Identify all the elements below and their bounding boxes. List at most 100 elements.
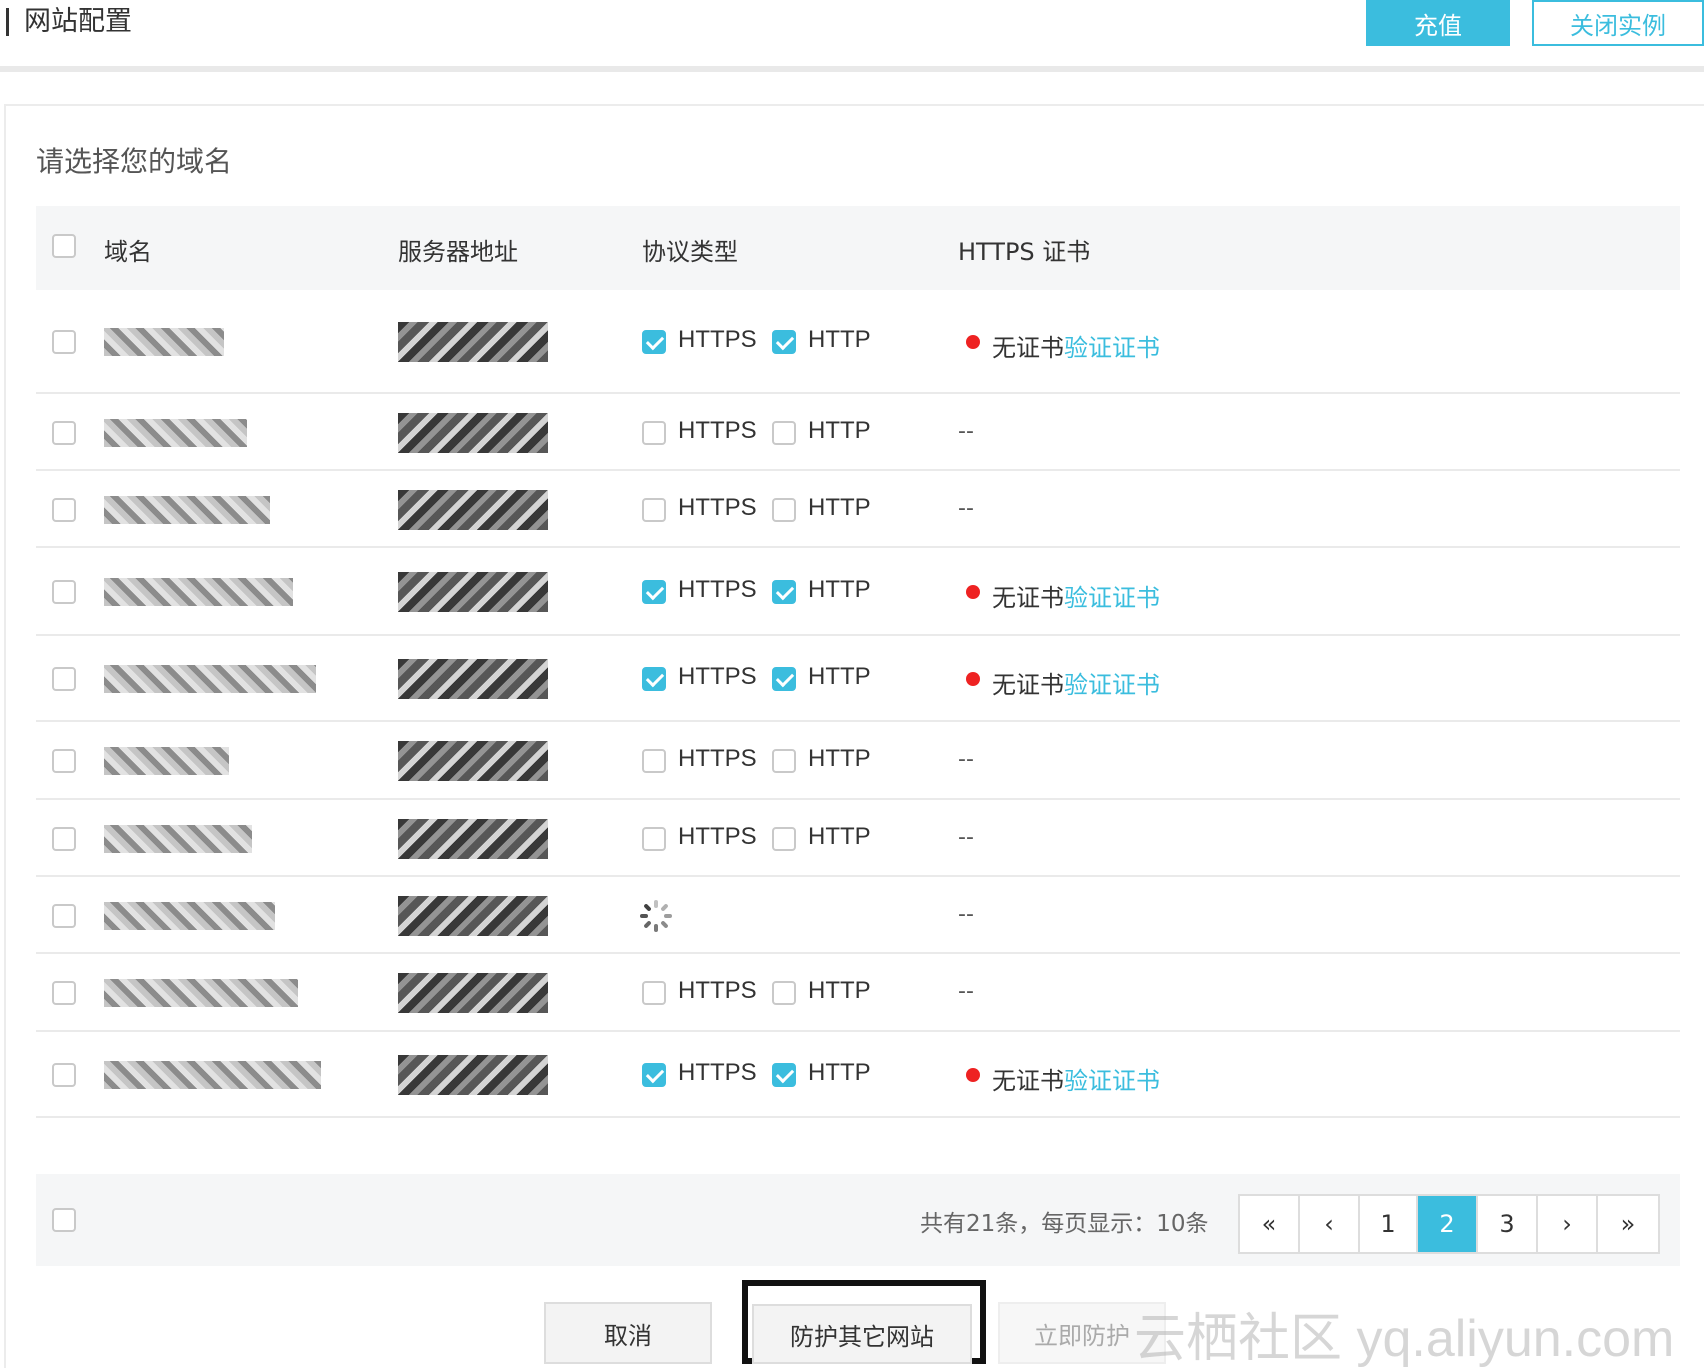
https-checkbox[interactable] bbox=[642, 981, 666, 1005]
row-select-checkbox[interactable] bbox=[52, 498, 76, 522]
status-dot-icon bbox=[966, 585, 980, 599]
prev-page-button[interactable]: ‹ bbox=[1300, 1196, 1360, 1252]
table-row: HTTPS HTTP -- bbox=[36, 722, 1680, 800]
row-select-checkbox[interactable] bbox=[52, 421, 76, 445]
http-label: HTTP bbox=[808, 977, 871, 1004]
table-footer: 共有21条，每页显示：10条 «‹ 1 2 3 ›» bbox=[36, 1174, 1680, 1266]
spinner-segment bbox=[640, 914, 648, 918]
recharge-button[interactable]: 充值 bbox=[1366, 0, 1510, 46]
spinner-segment bbox=[654, 900, 658, 908]
domain-name-redacted bbox=[104, 902, 275, 930]
verify-cert-link[interactable]: 验证证书 bbox=[1064, 665, 1160, 700]
http-label: HTTP bbox=[808, 1059, 871, 1086]
https-checkbox[interactable] bbox=[642, 667, 666, 691]
table-row: HTTPS HTTP -- bbox=[36, 394, 1680, 471]
row-divider bbox=[36, 1116, 1680, 1118]
domain-name-redacted bbox=[104, 578, 293, 606]
http-checkbox[interactable] bbox=[772, 330, 796, 354]
row-select-checkbox[interactable] bbox=[52, 580, 76, 604]
https-label: HTTPS bbox=[678, 745, 757, 772]
http-label: HTTP bbox=[808, 576, 871, 603]
https-checkbox[interactable] bbox=[642, 827, 666, 851]
http-label: HTTP bbox=[808, 494, 871, 521]
http-label: HTTP bbox=[808, 745, 871, 772]
http-checkbox[interactable] bbox=[772, 827, 796, 851]
https-label: HTTPS bbox=[678, 417, 757, 444]
cert-empty-value: -- bbox=[958, 747, 974, 772]
http-checkbox[interactable] bbox=[772, 1063, 796, 1087]
http-checkbox[interactable] bbox=[772, 667, 796, 691]
status-dot-icon bbox=[966, 335, 980, 349]
https-label: HTTPS bbox=[678, 326, 757, 353]
cert-empty-value: -- bbox=[958, 902, 974, 927]
domain-name-redacted bbox=[104, 825, 252, 853]
http-checkbox[interactable] bbox=[772, 749, 796, 773]
no-cert-label: 无证书 bbox=[992, 671, 1064, 699]
spinner-segment bbox=[660, 903, 669, 912]
next-page-button[interactable]: › bbox=[1538, 1196, 1598, 1252]
row-select-checkbox[interactable] bbox=[52, 981, 76, 1005]
verify-cert-link[interactable]: 验证证书 bbox=[1064, 578, 1160, 613]
http-checkbox[interactable] bbox=[772, 580, 796, 604]
row-select-checkbox[interactable] bbox=[52, 827, 76, 851]
row-select-checkbox[interactable] bbox=[52, 330, 76, 354]
domain-name-redacted bbox=[104, 979, 298, 1007]
server-address-redacted bbox=[398, 819, 548, 859]
row-select-checkbox[interactable] bbox=[52, 667, 76, 691]
protect-other-sites-button[interactable]: 防护其它网站 bbox=[752, 1304, 972, 1364]
http-label: HTTP bbox=[808, 326, 871, 353]
verify-cert-link[interactable]: 验证证书 bbox=[1064, 1061, 1160, 1096]
https-checkbox[interactable] bbox=[642, 330, 666, 354]
https-label: HTTPS bbox=[678, 823, 757, 850]
https-checkbox[interactable] bbox=[642, 1063, 666, 1087]
https-label: HTTPS bbox=[678, 494, 757, 521]
page-2-button[interactable]: 2 bbox=[1418, 1196, 1478, 1252]
select-all-checkbox[interactable] bbox=[52, 234, 76, 258]
protect-other-highlight-box: 防护其它网站 bbox=[742, 1280, 986, 1364]
page-3-button[interactable]: 3 bbox=[1478, 1196, 1538, 1252]
table-row: HTTPS HTTP 无证书 验证证书 bbox=[36, 636, 1680, 722]
domain-name-redacted bbox=[104, 328, 224, 356]
http-label: HTTP bbox=[808, 417, 871, 444]
footer-select-all-checkbox[interactable] bbox=[52, 1208, 76, 1232]
row-select-checkbox[interactable] bbox=[52, 749, 76, 773]
close-instance-button[interactable]: 关闭实例 bbox=[1532, 0, 1704, 46]
https-checkbox[interactable] bbox=[642, 421, 666, 445]
server-address-redacted bbox=[398, 659, 548, 699]
last-page-button[interactable]: » bbox=[1598, 1196, 1658, 1252]
table-row: HTTPS HTTP -- bbox=[36, 800, 1680, 877]
domain-select-panel: 请选择您的域名 域名 服务器地址 协议类型 HTTPS 证书 HTTPS HTTP… bbox=[4, 104, 1704, 1368]
http-checkbox[interactable] bbox=[772, 421, 796, 445]
column-header-protocol: 协议类型 bbox=[642, 238, 738, 266]
row-select-checkbox[interactable] bbox=[52, 1063, 76, 1087]
spinner-segment bbox=[643, 920, 652, 929]
status-dot-icon bbox=[966, 672, 980, 686]
https-checkbox[interactable] bbox=[642, 749, 666, 773]
no-cert-label: 无证书 bbox=[992, 584, 1064, 612]
http-label: HTTP bbox=[808, 823, 871, 850]
https-checkbox[interactable] bbox=[642, 498, 666, 522]
top-bar: 网站配置 充值 关闭实例 bbox=[0, 0, 1704, 72]
https-label: HTTPS bbox=[678, 1059, 757, 1086]
server-address-redacted bbox=[398, 973, 548, 1013]
row-select-checkbox[interactable] bbox=[52, 904, 76, 928]
no-cert-label: 无证书 bbox=[992, 334, 1064, 362]
domain-name-redacted bbox=[104, 496, 270, 524]
spinner-segment bbox=[664, 914, 672, 918]
column-header-https-cert: HTTPS 证书 bbox=[958, 238, 1091, 266]
http-checkbox[interactable] bbox=[772, 498, 796, 522]
https-label: HTTPS bbox=[678, 663, 757, 690]
http-checkbox[interactable] bbox=[772, 981, 796, 1005]
table-row: -- bbox=[36, 877, 1680, 954]
cancel-button[interactable]: 取消 bbox=[544, 1302, 712, 1364]
spinner-segment bbox=[654, 924, 658, 932]
table-row: HTTPS HTTP 无证书 验证证书 bbox=[36, 1032, 1680, 1118]
verify-cert-link[interactable]: 验证证书 bbox=[1064, 328, 1160, 363]
cert-empty-value: -- bbox=[958, 496, 974, 521]
page-1-button[interactable]: 1 bbox=[1360, 1196, 1418, 1252]
https-checkbox[interactable] bbox=[642, 580, 666, 604]
first-page-button[interactable]: « bbox=[1240, 1196, 1300, 1252]
watermark: 云栖社区 yq.aliyun.com bbox=[1134, 1310, 1675, 1368]
table-row: HTTPS HTTP 无证书 验证证书 bbox=[36, 290, 1680, 394]
table-row: HTTPS HTTP -- bbox=[36, 471, 1680, 548]
